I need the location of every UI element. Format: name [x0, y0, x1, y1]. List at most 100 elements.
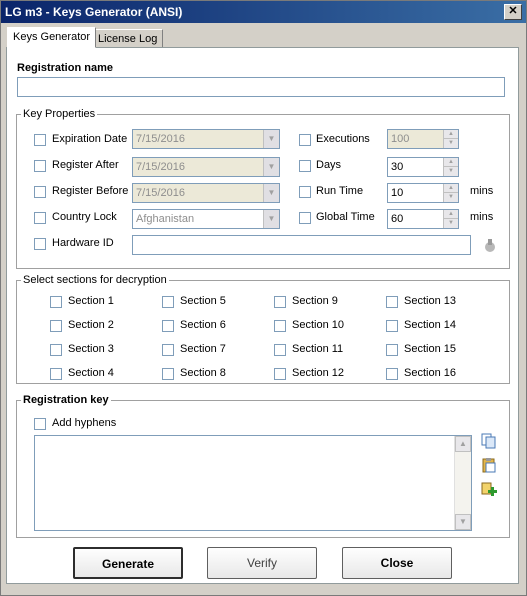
chevron-down-icon[interactable]: ▼: [263, 130, 279, 148]
global-time-unit: mins: [470, 211, 494, 223]
section-10-checkbox[interactable]: [274, 320, 286, 332]
executions-spin-buttons[interactable]: ▲ ▼: [443, 130, 458, 148]
verify-button[interactable]: Verify: [207, 547, 317, 579]
spin-down-icon[interactable]: ▼: [444, 139, 458, 148]
section-13-checkbox[interactable]: [386, 296, 398, 308]
section-16-label: Section 16: [404, 367, 456, 379]
register-after-checkbox[interactable]: [34, 160, 46, 172]
close-button-label: Close: [380, 556, 414, 570]
section-9-label: Section 9: [292, 295, 338, 307]
register-after-value: 7/15/2016: [136, 161, 185, 173]
tab-license-log-label: License Log: [98, 33, 158, 45]
section-5-checkbox[interactable]: [162, 296, 174, 308]
hardware-id-checkbox[interactable]: [34, 238, 46, 250]
keys-generator-window: LG m3 - Keys Generator (ANSI) ✕ Keys Gen…: [0, 0, 527, 596]
section-4-checkbox[interactable]: [50, 368, 62, 380]
section-1-checkbox[interactable]: [50, 296, 62, 308]
days-checkbox[interactable]: [299, 160, 311, 172]
section-11-label: Section 11: [292, 343, 344, 355]
global-time-value: 60: [391, 213, 404, 225]
global-time-spin-buttons[interactable]: ▲ ▼: [443, 210, 458, 228]
section-5-label: Section 5: [180, 295, 226, 307]
key-properties-group: Key Properties Expiration Date 7/15/2016…: [16, 108, 510, 269]
registration-key-scrollbar[interactable]: ▲ ▼: [454, 436, 471, 530]
generate-button-label: Generate: [101, 557, 155, 571]
register-after-label: Register After: [52, 159, 119, 171]
keys-generator-page: Registration name Key Properties Expirat…: [6, 47, 519, 584]
section-16-checkbox[interactable]: [386, 368, 398, 380]
title-bar: LG m3 - Keys Generator (ANSI) ✕: [1, 1, 526, 23]
tab-keys-generator[interactable]: Keys Generator: [7, 27, 97, 48]
expiration-date-picker[interactable]: 7/15/2016 ▼: [132, 129, 280, 149]
run-time-unit: mins: [470, 185, 494, 197]
spin-up-icon[interactable]: ▲: [444, 158, 458, 167]
add-key-icon[interactable]: [481, 481, 497, 497]
executions-spinner[interactable]: 100 ▲ ▼: [387, 129, 459, 149]
section-15-checkbox[interactable]: [386, 344, 398, 356]
section-10-label: Section 10: [292, 319, 344, 331]
spin-down-icon[interactable]: ▼: [444, 219, 458, 228]
register-before-label: Register Before: [52, 185, 129, 197]
chevron-down-icon[interactable]: ▼: [263, 184, 279, 202]
register-before-checkbox[interactable]: [34, 186, 46, 198]
window-title: LG m3 - Keys Generator (ANSI): [5, 5, 183, 19]
spin-down-icon[interactable]: ▼: [444, 167, 458, 176]
days-spinner[interactable]: 30 ▲ ▼: [387, 157, 459, 177]
section-14-label: Section 14: [404, 319, 456, 331]
close-button[interactable]: Close: [342, 547, 452, 579]
run-time-checkbox[interactable]: [299, 186, 311, 198]
hardware-id-label: Hardware ID: [52, 237, 114, 249]
spin-up-icon[interactable]: ▲: [444, 130, 458, 139]
registration-key-textarea[interactable]: ▲ ▼: [34, 435, 472, 531]
section-8-checkbox[interactable]: [162, 368, 174, 380]
scroll-down-icon[interactable]: ▼: [455, 514, 471, 530]
spin-down-icon[interactable]: ▼: [444, 193, 458, 202]
register-before-picker[interactable]: 7/15/2016 ▼: [132, 183, 280, 203]
section-15-label: Section 15: [404, 343, 456, 355]
add-hyphens-label: Add hyphens: [52, 417, 117, 429]
spin-up-icon[interactable]: ▲: [444, 210, 458, 219]
generate-button[interactable]: Generate: [73, 547, 183, 579]
chevron-down-icon[interactable]: ▼: [263, 158, 279, 176]
close-window-icon[interactable]: ✕: [504, 4, 522, 20]
section-7-label: Section 7: [180, 343, 226, 355]
scroll-up-icon[interactable]: ▲: [455, 436, 471, 452]
sections-group: Select sections for decryption Section 1…: [16, 274, 510, 384]
section-4-label: Section 4: [68, 367, 114, 379]
hardware-id-tool-icon[interactable]: [482, 237, 498, 253]
section-3-checkbox[interactable]: [50, 344, 62, 356]
section-1-label: Section 1: [68, 295, 114, 307]
section-12-checkbox[interactable]: [274, 368, 286, 380]
section-11-checkbox[interactable]: [274, 344, 286, 356]
section-7-checkbox[interactable]: [162, 344, 174, 356]
country-lock-select[interactable]: Afghanistan ▼: [132, 209, 280, 229]
copy-icon[interactable]: [481, 433, 497, 449]
spin-up-icon[interactable]: ▲: [444, 184, 458, 193]
sections-title: Select sections for decryption: [21, 274, 169, 286]
registration-name-label: Registration name: [17, 62, 113, 74]
section-2-checkbox[interactable]: [50, 320, 62, 332]
register-after-picker[interactable]: 7/15/2016 ▼: [132, 157, 280, 177]
global-time-spinner[interactable]: 60 ▲ ▼: [387, 209, 459, 229]
section-14-checkbox[interactable]: [386, 320, 398, 332]
tab-keys-generator-label: Keys Generator: [13, 31, 91, 43]
run-time-spin-buttons[interactable]: ▲ ▼: [443, 184, 458, 202]
executions-checkbox[interactable]: [299, 134, 311, 146]
run-time-spinner[interactable]: 10 ▲ ▼: [387, 183, 459, 203]
add-hyphens-checkbox[interactable]: [34, 418, 46, 430]
country-lock-checkbox[interactable]: [34, 212, 46, 224]
paste-icon[interactable]: [481, 457, 497, 473]
global-time-checkbox[interactable]: [299, 212, 311, 224]
chevron-down-icon[interactable]: ▼: [263, 210, 279, 228]
expiration-date-checkbox[interactable]: [34, 134, 46, 146]
hardware-id-input[interactable]: [132, 235, 471, 255]
days-spin-buttons[interactable]: ▲ ▼: [443, 158, 458, 176]
section-9-checkbox[interactable]: [274, 296, 286, 308]
tab-license-log[interactable]: License Log: [92, 29, 164, 48]
section-6-label: Section 6: [180, 319, 226, 331]
section-13-label: Section 13: [404, 295, 456, 307]
section-6-checkbox[interactable]: [162, 320, 174, 332]
registration-name-input[interactable]: [17, 77, 505, 97]
days-value: 30: [391, 161, 404, 173]
days-label: Days: [316, 159, 342, 171]
